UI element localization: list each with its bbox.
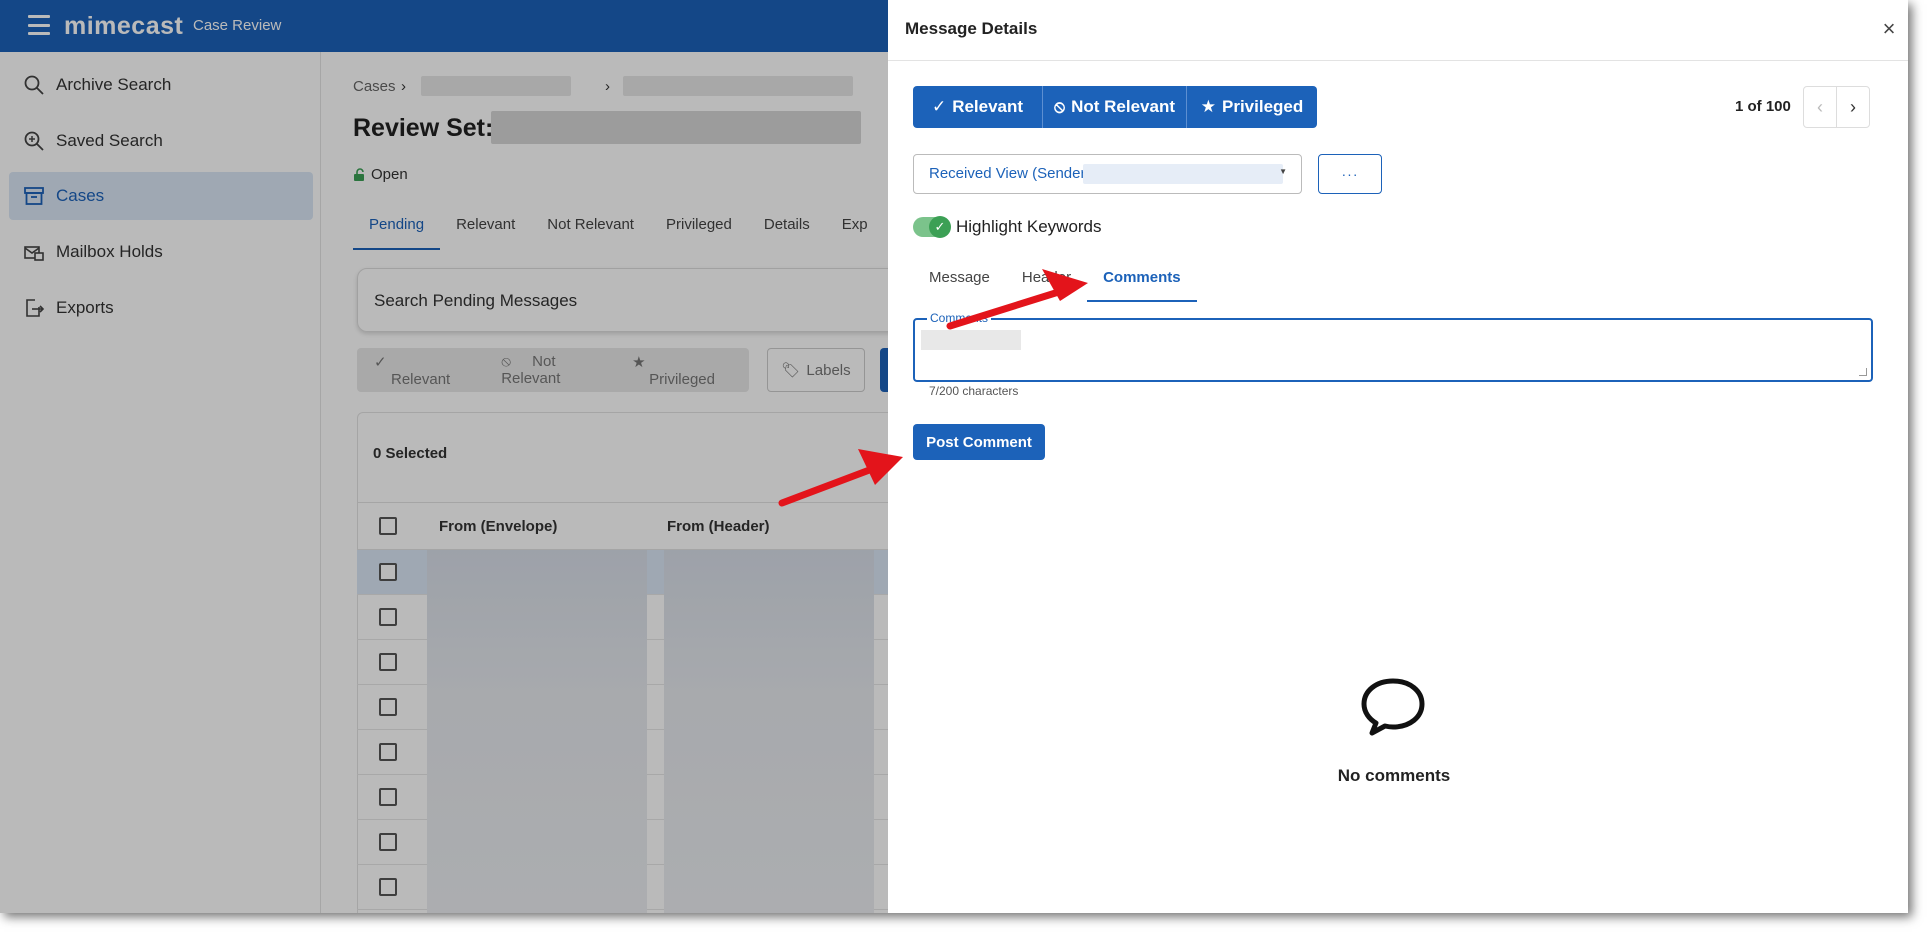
empty-state-text: No comments	[1337, 766, 1451, 785]
check-icon: ✓	[929, 216, 951, 238]
modal-backdrop[interactable]	[0, 0, 888, 913]
tab-comments[interactable]: Comments	[1087, 260, 1197, 302]
comment-field-label: Comments	[927, 311, 992, 325]
classification-button-group: ✓ Relevant ⦸ Not Relevant ★ Privileged	[913, 86, 1317, 128]
message-details-drawer: Message Details × ✓ Relevant ⦸ Not Relevan…	[888, 0, 1908, 913]
redacted-sender	[1083, 164, 1283, 184]
privileged-button[interactable]: ★ Privileged	[1187, 86, 1317, 128]
view-select[interactable]: Received View (Sender) ▼	[913, 154, 1302, 194]
more-options-button[interactable]: ···	[1318, 154, 1382, 194]
view-select-value: Received View (Sender)	[929, 165, 1091, 182]
resize-handle[interactable]	[1859, 368, 1867, 376]
caret-down-icon: ▼	[1279, 167, 1287, 176]
screenshot-frame: mimecast Case Review Archive Search Save…	[0, 0, 1908, 913]
not-relevant-button[interactable]: ⦸ Not Relevant	[1043, 86, 1187, 128]
message-tabs: Message Header Comments	[913, 260, 1197, 302]
ban-icon: ⦸	[1053, 97, 1066, 116]
next-message-button[interactable]: ›	[1836, 86, 1870, 128]
post-comment-button[interactable]: Post Comment	[913, 424, 1045, 460]
pager-position: 1 of 100	[1735, 98, 1791, 115]
highlight-keywords-toggle[interactable]: ✓	[913, 216, 951, 238]
tab-header[interactable]: Header	[1006, 260, 1087, 302]
tab-message[interactable]: Message	[913, 260, 1006, 302]
chevron-right-icon: ›	[1850, 96, 1856, 117]
highlight-keywords-label: Highlight Keywords	[956, 217, 1102, 236]
comment-textarea[interactable]: Comments	[913, 311, 1873, 382]
relevant-button[interactable]: ✓ Relevant	[913, 86, 1043, 128]
chevron-left-icon: ‹	[1817, 96, 1823, 117]
check-icon: ✓	[931, 97, 947, 116]
star-icon: ★	[1200, 97, 1216, 116]
redacted-comment-text	[921, 330, 1021, 350]
character-count: 7/200 characters	[929, 384, 1019, 398]
speech-bubble-icon	[1361, 678, 1425, 736]
close-icon[interactable]: ×	[1878, 18, 1900, 40]
drawer-title: Message Details	[905, 19, 1038, 38]
previous-message-button[interactable]: ‹	[1803, 86, 1837, 128]
divider	[888, 60, 1908, 61]
